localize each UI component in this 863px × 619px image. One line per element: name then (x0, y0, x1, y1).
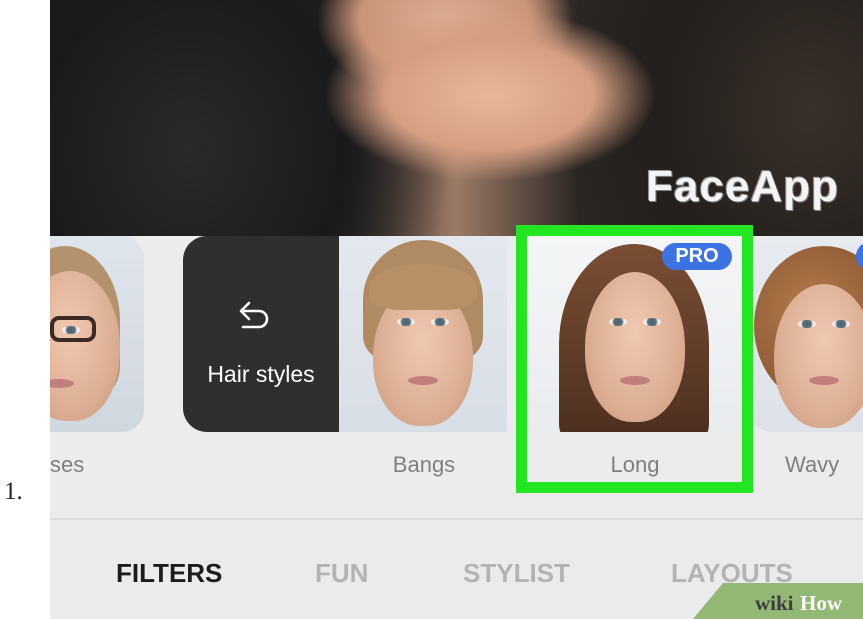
filter-thumb-bangs[interactable] (339, 236, 507, 432)
hair-styles-back-button[interactable]: Hair styles (183, 236, 339, 432)
faceapp-watermark: FaceApp (646, 162, 839, 211)
hair-styles-label: Hair styles (207, 361, 315, 387)
filter-label-bangs: Bangs (392, 452, 456, 477)
eye (431, 318, 449, 326)
eye (798, 320, 816, 328)
lips (408, 376, 438, 385)
wikihow-prefix: wiki (755, 591, 794, 615)
eye (832, 320, 850, 328)
pro-badge: PRO (662, 243, 732, 270)
eye (62, 326, 80, 334)
filter-label-glasses: ses (50, 452, 85, 477)
tab-stylist[interactable]: STYLIST (463, 558, 570, 589)
bangs-fringe (369, 264, 477, 310)
filter-thumb-glasses[interactable] (50, 236, 144, 432)
lips (809, 376, 839, 385)
wikihow-watermark: wiki How (693, 583, 863, 619)
face-shape (774, 284, 863, 428)
undo-arrow-icon (239, 301, 269, 329)
wikihow-suffix: How (800, 591, 843, 615)
step-number: 1. (4, 478, 23, 505)
faceapp-screenshot: FaceApp Hair styles ses Bangs Long Wavy … (50, 0, 863, 619)
tab-fun[interactable]: FUN (315, 558, 368, 589)
filter-thumb-wavy[interactable] (750, 236, 863, 432)
eye (397, 318, 415, 326)
tab-filters[interactable]: FILTERS (116, 558, 222, 589)
filter-label-wavy: Wavy (785, 452, 840, 477)
